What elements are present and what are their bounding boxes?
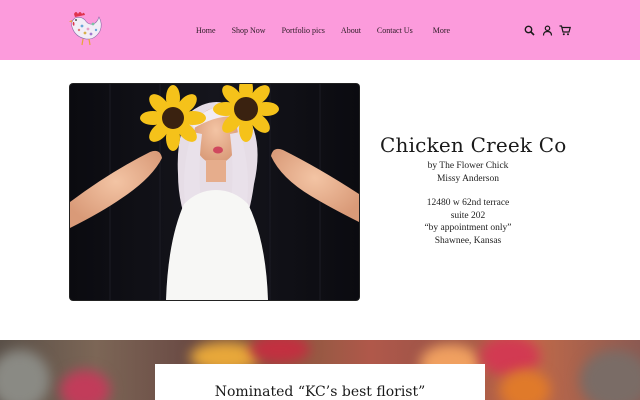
main-nav: Home Shop Now Portfolio pics About Conta… bbox=[196, 22, 450, 38]
site-header: Home Shop Now Portfolio pics About Conta… bbox=[0, 0, 640, 60]
nav-about[interactable]: About bbox=[341, 26, 361, 35]
search-icon[interactable] bbox=[523, 24, 535, 36]
user-icon[interactable] bbox=[541, 24, 553, 36]
cart-icon[interactable] bbox=[559, 24, 571, 36]
address-street: 12480 w 62nd terrace bbox=[426, 198, 510, 208]
header-actions bbox=[523, 22, 577, 38]
business-name: Chicken Creek Co bbox=[380, 133, 567, 157]
address-suite: suite 202 bbox=[450, 210, 486, 221]
nav-shop-now[interactable]: Shop Now bbox=[232, 26, 266, 35]
nav-home[interactable]: Home bbox=[196, 26, 216, 35]
address-city: Shawnee, Kansas bbox=[434, 235, 502, 246]
nav-more[interactable]: More bbox=[433, 26, 450, 35]
chicken-logo-icon[interactable] bbox=[66, 8, 104, 48]
award-title: Nominated “KC’s best florist” bbox=[214, 384, 426, 400]
tagline: by The Flower Chick bbox=[427, 161, 509, 171]
appointment-note: “by appointment only” bbox=[424, 223, 512, 233]
award-card: Nominated “KC’s best florist” bbox=[155, 364, 485, 400]
nav-portfolio-pics[interactable]: Portfolio pics bbox=[282, 26, 325, 35]
business-info: Chicken Creek Co by The Flower Chick Mis… bbox=[380, 130, 567, 247]
owner-name: Missy Anderson bbox=[436, 173, 500, 184]
nav-contact-us[interactable]: Contact Us bbox=[377, 26, 413, 35]
woman-with-sunflowers-photo bbox=[70, 84, 359, 300]
